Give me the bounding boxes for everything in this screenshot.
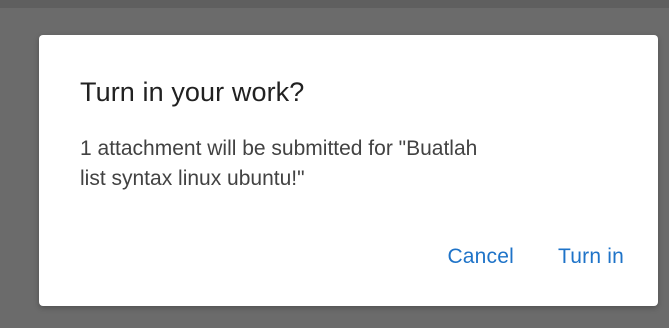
- turn-in-dialog: Turn in your work? 1 attachment will be …: [39, 35, 658, 306]
- dialog-message: 1 attachment will be submitted for "Buat…: [80, 134, 640, 194]
- dialog-actions: Cancel Turn in: [447, 245, 624, 269]
- dialog-title: Turn in your work?: [80, 77, 305, 107]
- status-bar-shadow: [0, 0, 669, 8]
- turn-in-button[interactable]: Turn in: [558, 245, 624, 269]
- cancel-button[interactable]: Cancel: [447, 245, 514, 269]
- dialog-message-line-2: list syntax linux ubuntu!": [80, 167, 305, 190]
- dialog-message-line-1: 1 attachment will be submitted for "Buat…: [80, 137, 478, 160]
